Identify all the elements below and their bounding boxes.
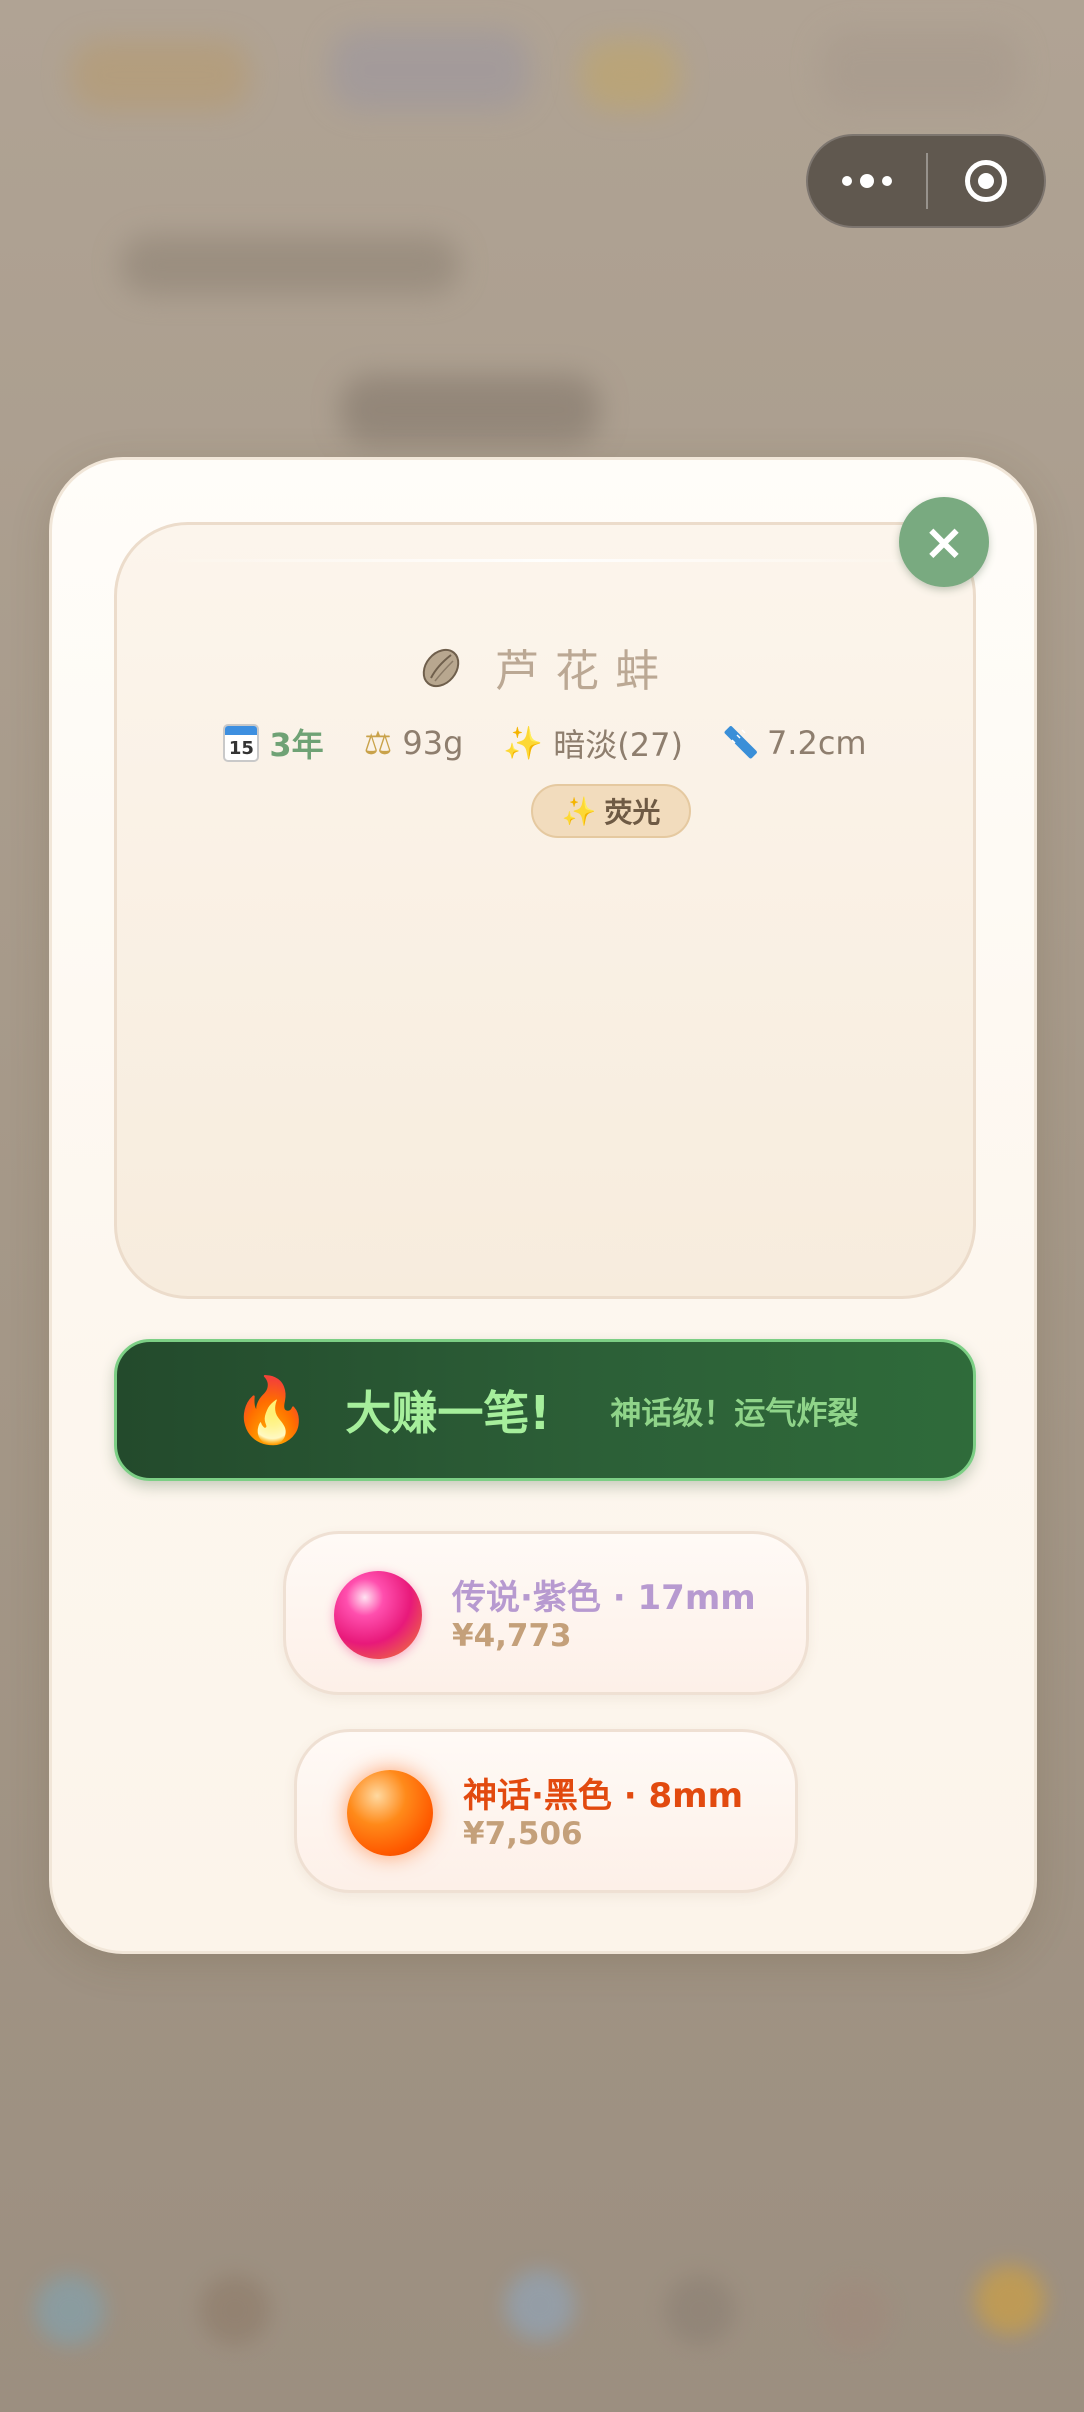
result-modal: 芦花蚌 15 3年 ⚖ 93g ✨ 暗淡(27) 7.2cm ✨ 荧光 × 🔥 …: [49, 457, 1037, 1954]
ruler-icon: [724, 726, 757, 759]
shell-name: 芦花蚌: [495, 646, 675, 697]
bg-blur-shape: [330, 30, 530, 110]
pearl-title: 传说·紫色 · 17mm: [452, 1578, 756, 1618]
shell-stats: 15 3年 ⚖ 93g ✨ 暗淡(27) 7.2cm: [117, 720, 973, 766]
pearl-card[interactable]: 传说·紫色 · 17mm ¥4,773: [283, 1531, 809, 1695]
pearl-icon: [347, 1770, 433, 1856]
tag-label: 荧光: [604, 796, 661, 829]
bg-blur-shape: [820, 30, 1020, 110]
bg-nav-blur: [200, 2275, 270, 2345]
pearl-title: 神话·黑色 · 8mm: [463, 1776, 744, 1816]
stat-weight-value: 93g: [402, 724, 464, 762]
bg-blur-shape: [120, 235, 460, 295]
shell-title-row: 芦花蚌: [117, 635, 973, 699]
close-icon: ×: [923, 513, 965, 571]
bg-nav-blur: [35, 2275, 105, 2345]
bg-nav-blur: [505, 2270, 575, 2340]
close-button[interactable]: ×: [899, 497, 989, 587]
bg-blur-shape: [70, 40, 250, 110]
stat-luster-value: 暗淡(27): [553, 726, 683, 764]
banner-subtitle: 神话级！运气炸裂: [610, 1395, 859, 1432]
bg-blur-shape: [340, 375, 600, 445]
bg-blur-shape: [580, 40, 680, 110]
stat-size-value: 7.2cm: [766, 724, 867, 762]
sparkles-icon: ✨: [561, 794, 597, 828]
stat-size: 7.2cm: [723, 724, 867, 762]
pearl-icon: [334, 1571, 422, 1659]
sparkles-icon: ✨: [503, 724, 544, 762]
stat-age-value: 3年: [269, 726, 324, 764]
more-dots-icon[interactable]: [808, 136, 926, 226]
oyster-icon: [422, 648, 460, 688]
bg-nav-blur: [975, 2265, 1045, 2335]
pearl-card[interactable]: 神话·黑色 · 8mm ¥7,506: [294, 1729, 798, 1893]
shell-card: 芦花蚌 15 3年 ⚖ 93g ✨ 暗淡(27) 7.2cm ✨ 荧光: [114, 522, 976, 1299]
bg-nav-blur: [820, 2280, 890, 2350]
calendar-icon: 15: [223, 724, 260, 762]
result-banner: 🔥 大赚一笔! 神话级！运气炸裂: [114, 1339, 976, 1481]
fluorescent-tag: ✨ 荧光: [531, 784, 691, 838]
bg-nav-blur: [665, 2275, 735, 2345]
pearl-price: ¥4,773: [452, 1618, 572, 1654]
fire-icon: 🔥: [231, 1373, 312, 1448]
banner-title: 大赚一笔!: [345, 1386, 551, 1440]
scale-icon: ⚖: [363, 724, 393, 762]
miniprogram-capsule: [806, 134, 1046, 228]
card-sheen: [157, 559, 933, 562]
pearl-price: ¥7,506: [463, 1816, 583, 1852]
stat-luster: ✨ 暗淡(27): [503, 720, 683, 766]
stat-weight: ⚖ 93g: [364, 724, 464, 762]
target-close-icon[interactable]: [928, 136, 1044, 226]
stat-age: 15 3年: [223, 720, 324, 766]
